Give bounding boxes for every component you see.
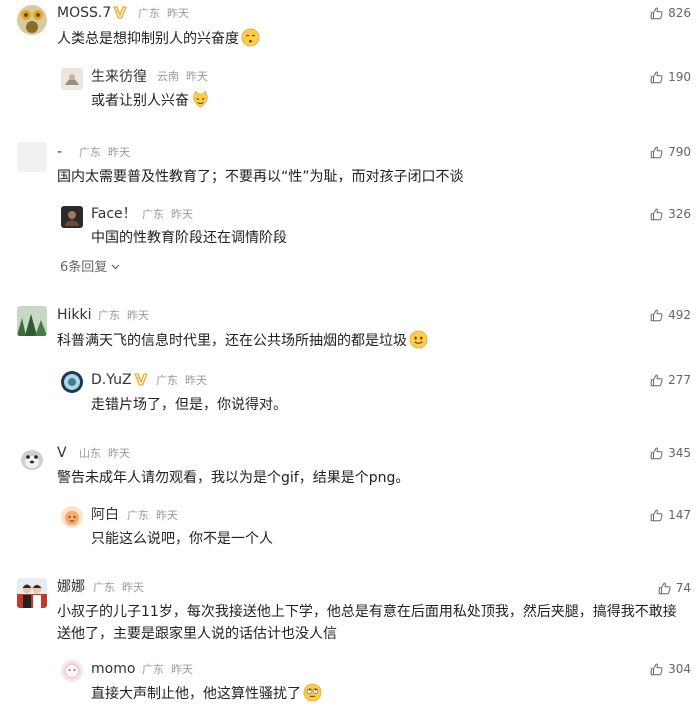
- reply-author[interactable]: Face！: [91, 205, 137, 223]
- like-button[interactable]: 492: [650, 307, 691, 323]
- reply-text: 直接大声制止他，他这算性骚扰了: [91, 683, 322, 705]
- avatar[interactable]: [61, 371, 83, 393]
- comment-text: 警告未成年人请勿观看，我以为是个gif，结果是个png。: [57, 470, 410, 486]
- reply-text: 走错片场了，但是，你说得对。: [91, 397, 287, 413]
- thumbs-up-icon: [650, 447, 663, 460]
- thumbs-up-icon: [650, 208, 663, 221]
- cat-emoji-icon: [191, 90, 210, 109]
- like-button[interactable]: 147: [650, 507, 691, 523]
- like-button[interactable]: 326: [650, 206, 691, 222]
- reply-meta: 云南 昨天: [157, 70, 208, 83]
- comment-meta: 山东 昨天: [79, 447, 130, 460]
- like-button[interactable]: 277: [650, 372, 691, 388]
- reply-meta: 广东 昨天: [142, 208, 193, 221]
- reply-meta: 广东 昨天: [156, 374, 207, 387]
- like-button[interactable]: 190: [650, 69, 691, 85]
- reply-author[interactable]: 生来彷徨: [91, 68, 147, 86]
- comment-author[interactable]: MOSS.7: [57, 4, 127, 22]
- comment-text: 国内太需要普及性教育了；不要再以“性”为耻，而对孩子闭口不谈: [57, 169, 464, 185]
- comment-meta: 广东 昨天: [79, 146, 130, 159]
- comment-author[interactable]: 娜娜: [57, 578, 85, 596]
- reply-meta: 广东 昨天: [127, 509, 178, 522]
- thumbs-up-icon: [650, 663, 663, 676]
- thumbs-up-icon: [650, 509, 663, 522]
- reply-author[interactable]: D.YuZ: [91, 371, 148, 389]
- thumbs-up-icon: [650, 71, 663, 84]
- avatar[interactable]: [17, 142, 47, 172]
- reply-author[interactable]: 阿白: [91, 506, 119, 524]
- thumbs-up-icon: [650, 7, 663, 20]
- comment-text: 人类总是想抑制别人的兴奋度: [57, 28, 260, 50]
- comment-meta: 广东 昨天: [138, 7, 189, 20]
- avatar[interactable]: [61, 506, 83, 528]
- eyeroll-emoji-icon: [303, 683, 322, 702]
- comment-text: 小叔子的儿子11岁，每次我接送他上下学，他总是有意在后面用私处顶我，然后夹腿，搞…: [57, 604, 677, 642]
- reply-text: 或者让别人兴奋: [91, 90, 210, 112]
- reply-text: 中国的性教育阶段还在调情阶段: [91, 230, 287, 246]
- like-button[interactable]: 790: [650, 144, 691, 160]
- comment-author[interactable]: -: [57, 143, 62, 161]
- avatar[interactable]: [17, 306, 47, 336]
- avatar[interactable]: [61, 68, 83, 90]
- reply-author[interactable]: momo: [91, 660, 135, 678]
- avatar[interactable]: [17, 443, 47, 473]
- chevron-down-icon: [111, 258, 120, 276]
- avatar[interactable]: [17, 578, 47, 608]
- verified-badge-icon: [134, 372, 148, 386]
- thumbs-up-icon: [650, 374, 663, 387]
- like-button[interactable]: 304: [650, 661, 691, 677]
- like-button[interactable]: 345: [650, 445, 691, 461]
- comment-meta: 广东 昨天: [93, 581, 144, 594]
- reply-text: 只能这么说吧，你不是一个人: [91, 531, 273, 547]
- avatar[interactable]: [17, 5, 47, 35]
- smile-emoji-icon: [409, 330, 428, 349]
- comment-meta: 广东 昨天: [98, 309, 149, 322]
- verified-badge-icon: [113, 5, 127, 19]
- thumbs-up-icon: [658, 582, 671, 595]
- like-button[interactable]: 74: [658, 580, 691, 596]
- avatar[interactable]: [61, 660, 83, 682]
- avatar[interactable]: [61, 206, 83, 228]
- comment-author[interactable]: Hikki: [57, 306, 92, 324]
- more-replies-link[interactable]: 6条回复: [60, 258, 120, 277]
- relieved-emoji-icon: [241, 28, 260, 47]
- reply-meta: 广东 昨天: [142, 663, 193, 676]
- comment-text: 科普满天飞的信息时代里，还在公共场所抽烟的都是垃圾: [57, 330, 428, 352]
- thumbs-up-icon: [650, 146, 663, 159]
- like-button[interactable]: 826: [650, 5, 691, 21]
- thumbs-up-icon: [650, 309, 663, 322]
- comment-author[interactable]: V: [57, 444, 67, 462]
